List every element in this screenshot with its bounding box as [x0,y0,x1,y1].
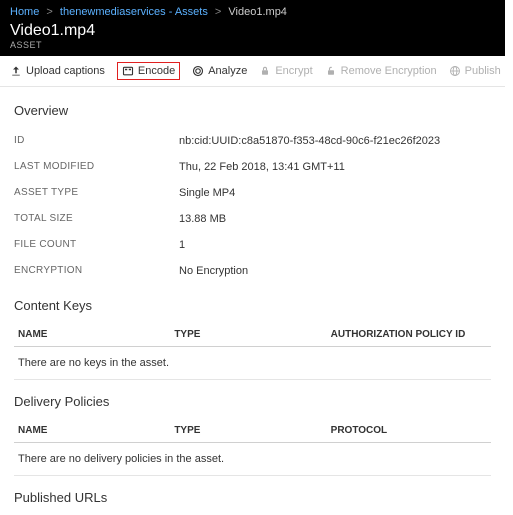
remove-encryption-button: Remove Encryption [325,65,437,77]
analyze-icon [192,65,204,77]
row-asset-type: ASSET TYPE Single MP4 [14,180,491,206]
delivery-policies-empty: There are no delivery policies in the as… [14,443,491,476]
unlock-icon [325,65,337,77]
toolbar: Upload captions Encode Analyze Encrypt R… [0,56,505,87]
row-id: ID nb:cid:UUID:c8a51870-f353-48cd-90c6-f… [14,128,491,154]
delivery-policies-head: NAME TYPE PROTOCOL [14,419,491,443]
breadcrumb-current: Video1.mp4 [228,6,287,18]
overview-title: Overview [14,103,491,118]
page-title: Video1.mp4 [10,22,95,40]
analyze-button[interactable]: Analyze [192,65,247,77]
page-subtitle: ASSET [10,40,95,50]
content-keys-head: NAME TYPE AUTHORIZATION POLICY ID [14,323,491,347]
lock-icon [259,65,271,77]
upload-captions-button[interactable]: Upload captions [10,65,105,77]
breadcrumb-sep: > [215,6,221,18]
publish-button: Publish [449,65,501,77]
blade-header: Home > thenewmediaservices - Assets > Vi… [0,0,505,56]
published-urls-title: Published URLs [14,490,491,505]
content-keys-title: Content Keys [14,298,491,313]
encode-icon [122,65,134,77]
breadcrumb-sep: > [46,6,52,18]
row-last-modified: LAST MODIFIED Thu, 22 Feb 2018, 13:41 GM… [14,154,491,180]
breadcrumb-service[interactable]: thenewmediaservices - Assets [60,6,208,18]
globe-icon [449,65,461,77]
row-total-size: TOTAL SIZE 13.88 MB [14,206,491,232]
breadcrumb: Home > thenewmediaservices - Assets > Vi… [10,4,495,22]
delivery-policies-title: Delivery Policies [14,394,491,409]
content-keys-empty: There are no keys in the asset. [14,347,491,380]
encrypt-button: Encrypt [259,65,312,77]
row-file-count: FILE COUNT 1 [14,232,491,258]
upload-icon [10,65,22,77]
breadcrumb-home[interactable]: Home [10,6,39,18]
encode-button[interactable]: Encode [117,62,180,80]
row-encryption: ENCRYPTION No Encryption [14,258,491,284]
